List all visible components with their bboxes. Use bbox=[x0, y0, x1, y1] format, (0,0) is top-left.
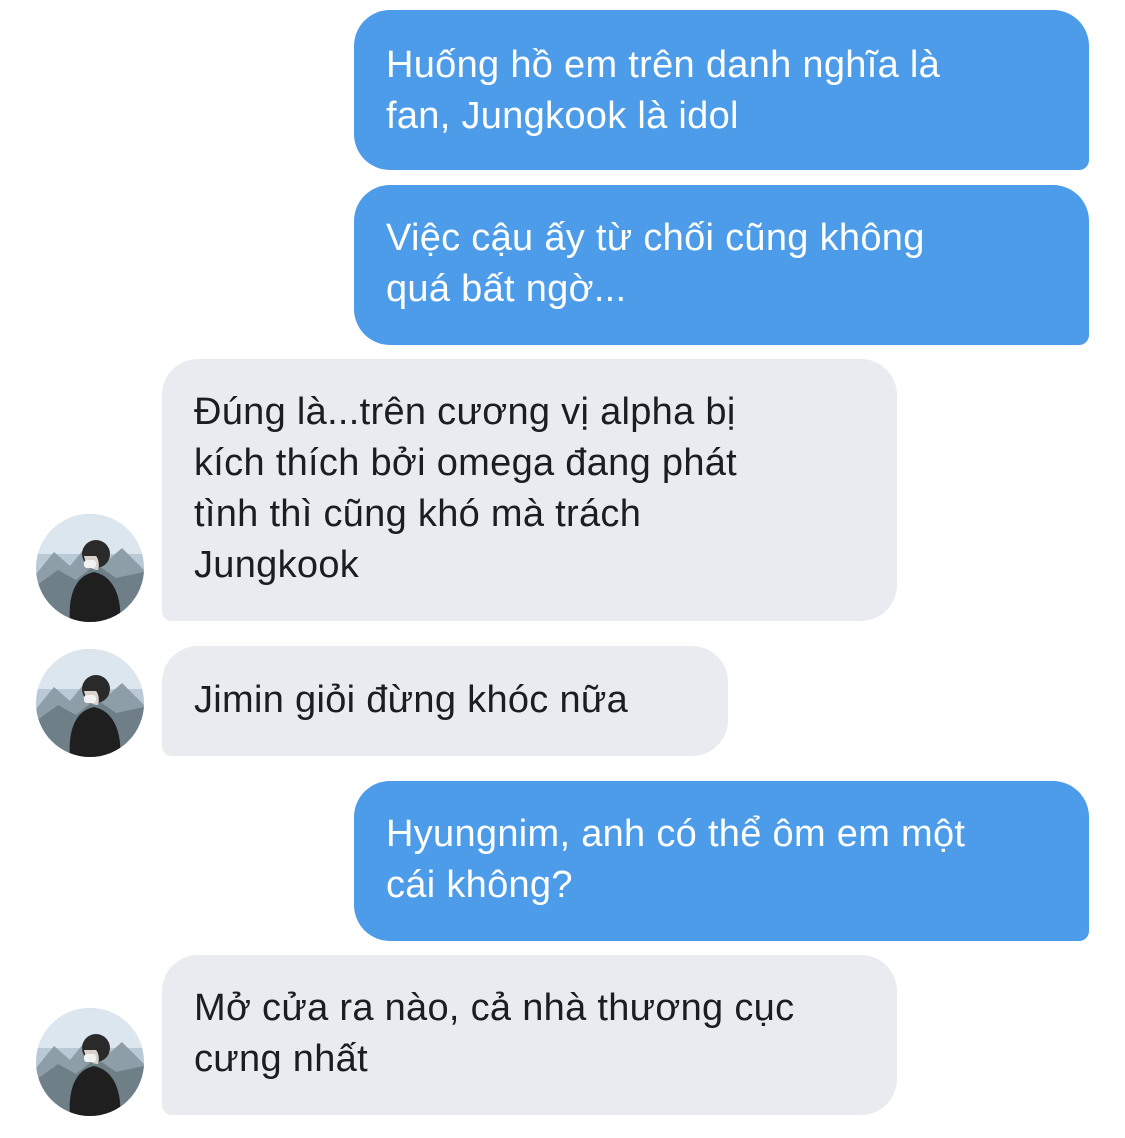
sent-message-bubble[interactable]: Hyungnim, anh có thể ôm em một cái không… bbox=[354, 781, 1089, 941]
message-text-line: cưng nhất bbox=[194, 1038, 368, 1080]
message-text-line: Việc cậu ấy từ chối cũng không bbox=[386, 217, 925, 259]
message-text-line: Huống hồ em trên danh nghĩa là bbox=[386, 44, 941, 86]
message-text-line: quá bất ngờ... bbox=[386, 268, 627, 310]
profile-avatar-icon bbox=[36, 514, 144, 622]
message-text-line: Jungkook bbox=[194, 544, 360, 586]
profile-avatar-icon[interactable] bbox=[36, 514, 144, 622]
message-text-line: tình thì cũng khó mà trách bbox=[194, 493, 642, 535]
profile-avatar-icon bbox=[36, 649, 144, 757]
profile-avatar-icon bbox=[36, 1008, 144, 1116]
message-text-line: Hyungnim, anh có thể ôm em một bbox=[386, 813, 966, 855]
received-message-bubble[interactable]: Jimin giỏi đừng khóc nữa bbox=[162, 646, 728, 756]
message-text-line: Mở cửa ra nào, cả nhà thương cục bbox=[194, 987, 795, 1029]
profile-avatar-icon[interactable] bbox=[36, 649, 144, 757]
received-message-bubble[interactable]: Đúng là...trên cương vị alpha bị kích th… bbox=[162, 359, 897, 621]
message-text-line: Jimin giỏi đừng khóc nữa bbox=[194, 679, 629, 721]
received-message-bubble[interactable]: Mở cửa ra nào, cả nhà thương cục cưng nh… bbox=[162, 955, 897, 1115]
message-text-line: Đúng là...trên cương vị alpha bị bbox=[194, 391, 736, 433]
message-text-line: fan, Jungkook là idol bbox=[386, 95, 739, 137]
profile-avatar-icon[interactable] bbox=[36, 1008, 144, 1116]
message-text-line: kích thích bởi omega đang phát bbox=[194, 442, 738, 484]
sent-message-bubble[interactable]: Huống hồ em trên danh nghĩa là fan, Jung… bbox=[354, 10, 1089, 170]
sent-message-bubble[interactable]: Việc cậu ấy từ chối cũng không quá bất n… bbox=[354, 185, 1089, 345]
message-text-line: cái không? bbox=[386, 864, 573, 906]
